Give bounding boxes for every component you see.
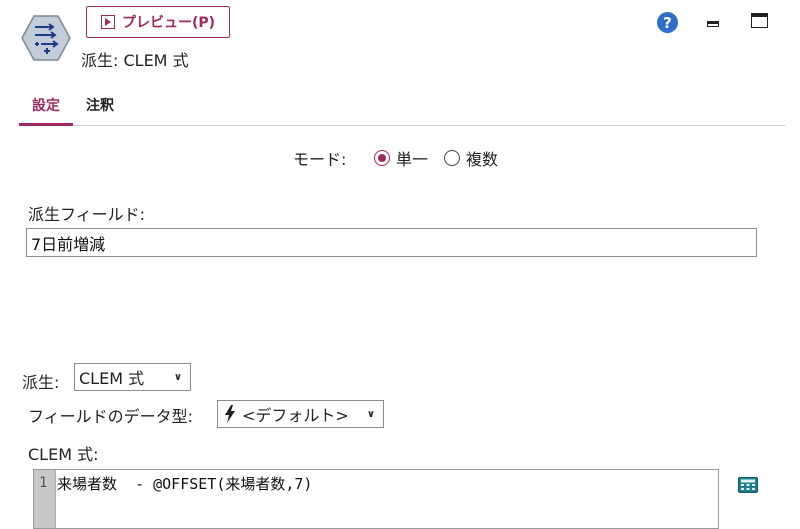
maximize-icon[interactable]: [751, 13, 768, 28]
bolt-icon: [225, 405, 235, 423]
radio-unchecked-icon[interactable]: [444, 150, 460, 166]
preview-button[interactable]: プレビュー(P): [86, 6, 230, 38]
tabs-divider: [19, 125, 785, 126]
derive-as-value: CLEM 式: [79, 369, 145, 388]
line-number: 1: [39, 475, 48, 491]
node-title: 派生: CLEM 式: [81, 51, 189, 70]
clem-expression-editor[interactable]: 1 来場者数 - @OFFSET(来場者数,7): [33, 469, 719, 529]
active-tab-indicator: [19, 123, 73, 126]
mode-single-radio[interactable]: 単一: [374, 146, 428, 170]
mode-label: モード:: [293, 150, 347, 169]
field-type-value: <デフォルト>: [242, 406, 349, 425]
minimize-icon[interactable]: [707, 21, 719, 27]
chevron-down-icon: ∨: [366, 408, 375, 420]
tab-settings[interactable]: 設定: [32, 95, 60, 115]
radio-checked-icon[interactable]: [374, 150, 390, 166]
calculator-icon[interactable]: [738, 477, 758, 493]
help-icon[interactable]: ?: [657, 12, 678, 33]
mode-single-label: 単一: [396, 150, 429, 169]
derive-field-input[interactable]: [26, 228, 757, 257]
field-type-label: フィールドのデータ型:: [28, 407, 194, 426]
field-type-select[interactable]: <デフォルト> ∨: [217, 400, 384, 428]
derive-as-label: 派生:: [22, 373, 60, 392]
preview-button-label: プレビュー(P): [121, 15, 216, 31]
line-number-gutter: 1: [34, 470, 56, 528]
expression-code[interactable]: 来場者数 - @OFFSET(来場者数,7): [57, 473, 312, 494]
clem-expression-label: CLEM 式:: [28, 445, 99, 464]
derive-node-icon: [21, 15, 71, 61]
chevron-down-icon: ∨: [173, 371, 182, 383]
mode-multiple-label: 複数: [466, 150, 499, 169]
derive-field-label: 派生フィールド:: [28, 205, 146, 224]
derive-as-select[interactable]: CLEM 式 ∨: [74, 363, 191, 391]
tab-annotations[interactable]: 注釈: [86, 95, 114, 115]
play-icon: [100, 15, 115, 29]
mode-multiple-radio[interactable]: 複数: [444, 146, 498, 170]
